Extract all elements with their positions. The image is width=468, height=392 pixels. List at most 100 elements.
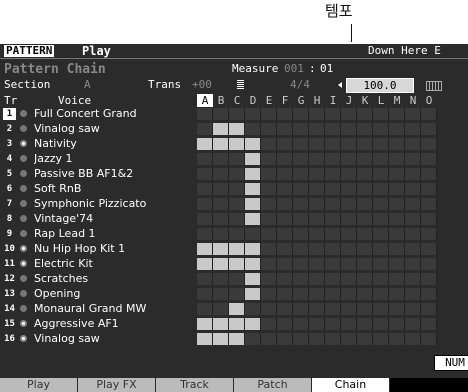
pattern-cell[interactable] xyxy=(373,123,389,135)
pattern-cell[interactable] xyxy=(245,123,261,135)
pattern-cell[interactable] xyxy=(309,228,325,240)
pattern-cell[interactable] xyxy=(245,168,261,180)
pattern-cell[interactable] xyxy=(389,258,405,270)
pattern-cell[interactable] xyxy=(229,138,245,150)
pattern-cell[interactable] xyxy=(293,153,309,165)
pattern-cell[interactable] xyxy=(277,303,293,315)
pattern-cell[interactable] xyxy=(421,303,437,315)
pattern-cell[interactable] xyxy=(277,183,293,195)
section-column-header[interactable]: F xyxy=(277,94,293,107)
pattern-cell[interactable] xyxy=(261,138,277,150)
pattern-cell[interactable] xyxy=(373,228,389,240)
pattern-cell[interactable] xyxy=(389,108,405,120)
section-column-header[interactable]: M xyxy=(389,94,405,107)
pattern-cell[interactable] xyxy=(357,303,373,315)
track-row[interactable]: 14 Monaural Grand MW xyxy=(0,302,468,316)
pattern-cell[interactable] xyxy=(325,138,341,150)
pattern-cell[interactable] xyxy=(405,198,421,210)
pattern-cell[interactable] xyxy=(405,153,421,165)
pattern-cell[interactable] xyxy=(389,213,405,225)
section-column-header[interactable]: O xyxy=(421,94,437,107)
pattern-cell[interactable] xyxy=(293,288,309,300)
tab-track[interactable]: Track xyxy=(156,378,233,392)
pattern-cell[interactable] xyxy=(325,318,341,330)
pattern-cell[interactable] xyxy=(341,213,357,225)
pattern-cell[interactable] xyxy=(373,273,389,285)
pattern-cell[interactable] xyxy=(357,273,373,285)
pattern-cell[interactable] xyxy=(357,288,373,300)
pattern-cell[interactable] xyxy=(229,273,245,285)
section-column-header[interactable]: C xyxy=(229,94,245,107)
pattern-cell[interactable] xyxy=(421,258,437,270)
section-value[interactable]: A xyxy=(84,78,91,92)
pattern-cell[interactable] xyxy=(213,243,229,255)
pattern-cell[interactable] xyxy=(277,168,293,180)
pattern-cell[interactable] xyxy=(197,243,213,255)
pattern-cell[interactable] xyxy=(229,168,245,180)
pattern-cell[interactable] xyxy=(309,198,325,210)
pattern-cell[interactable] xyxy=(389,183,405,195)
pattern-cell[interactable] xyxy=(293,168,309,180)
tab-play[interactable]: Play xyxy=(0,378,77,392)
pattern-cell[interactable] xyxy=(341,318,357,330)
pattern-cell[interactable] xyxy=(213,288,229,300)
pattern-cell[interactable] xyxy=(277,318,293,330)
pattern-cell[interactable] xyxy=(245,153,261,165)
pattern-cell[interactable] xyxy=(213,183,229,195)
pattern-cell[interactable] xyxy=(421,318,437,330)
pattern-cell[interactable] xyxy=(341,288,357,300)
pattern-cell[interactable] xyxy=(357,258,373,270)
pattern-cell[interactable] xyxy=(373,183,389,195)
track-row[interactable]: 15 Aggressive AF1 xyxy=(0,317,468,331)
pattern-cell[interactable] xyxy=(341,333,357,345)
pattern-cell[interactable] xyxy=(373,213,389,225)
pattern-cell[interactable] xyxy=(309,258,325,270)
pattern-cell[interactable] xyxy=(213,228,229,240)
pattern-cell[interactable] xyxy=(341,168,357,180)
pattern-cell[interactable] xyxy=(357,228,373,240)
pattern-cell[interactable] xyxy=(357,153,373,165)
pattern-cell[interactable] xyxy=(277,288,293,300)
voice-name[interactable]: Full Concert Grand xyxy=(34,107,194,121)
measure-value[interactable]: 001 xyxy=(284,62,304,76)
pattern-cell[interactable] xyxy=(405,168,421,180)
pattern-cell[interactable] xyxy=(277,333,293,345)
pattern-cell[interactable] xyxy=(309,153,325,165)
pattern-cell[interactable] xyxy=(357,243,373,255)
pattern-cell[interactable] xyxy=(245,198,261,210)
pattern-cell[interactable] xyxy=(261,153,277,165)
pattern-cell[interactable] xyxy=(389,138,405,150)
section-column-header[interactable]: H xyxy=(309,94,325,107)
section-column-header[interactable]: G xyxy=(293,94,309,107)
pattern-cell[interactable] xyxy=(373,138,389,150)
pattern-cell[interactable] xyxy=(309,243,325,255)
pattern-cell[interactable] xyxy=(389,243,405,255)
pattern-cell[interactable] xyxy=(309,213,325,225)
pattern-cell[interactable] xyxy=(229,333,245,345)
pattern-cell[interactable] xyxy=(341,108,357,120)
pattern-cell[interactable] xyxy=(245,213,261,225)
pattern-cell[interactable] xyxy=(293,198,309,210)
pattern-cell[interactable] xyxy=(421,153,437,165)
metronome-icon[interactable] xyxy=(237,80,244,89)
pattern-cell[interactable] xyxy=(389,333,405,345)
track-row[interactable]: 10 Nu Hip Hop Kit 1 xyxy=(0,242,468,256)
pattern-cell[interactable] xyxy=(213,168,229,180)
pattern-cell[interactable] xyxy=(389,168,405,180)
pattern-cell[interactable] xyxy=(421,273,437,285)
pattern-cell[interactable] xyxy=(293,303,309,315)
keyboard-icon[interactable] xyxy=(426,81,442,91)
track-row[interactable]: 5 Passive BB AF1&2 xyxy=(0,167,468,181)
pattern-cell[interactable] xyxy=(357,213,373,225)
pattern-cell[interactable] xyxy=(261,198,277,210)
pattern-cell[interactable] xyxy=(405,123,421,135)
pattern-cell[interactable] xyxy=(213,213,229,225)
pattern-cell[interactable] xyxy=(405,108,421,120)
voice-name[interactable]: Scratches xyxy=(34,272,194,286)
pattern-cell[interactable] xyxy=(325,243,341,255)
pattern-cell[interactable] xyxy=(197,183,213,195)
pattern-cell[interactable] xyxy=(309,138,325,150)
pattern-cell[interactable] xyxy=(293,258,309,270)
voice-name[interactable]: Passive BB AF1&2 xyxy=(34,167,194,181)
pattern-cell[interactable] xyxy=(197,273,213,285)
